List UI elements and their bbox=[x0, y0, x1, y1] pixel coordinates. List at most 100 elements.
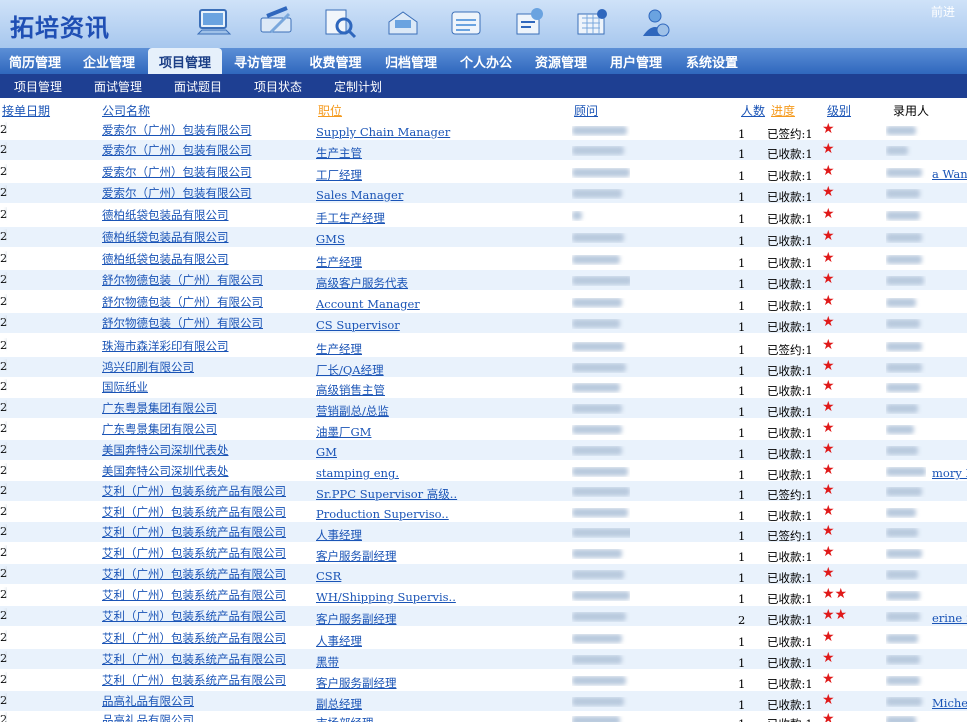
position-link[interactable]: 人事经理 bbox=[316, 527, 546, 543]
position-link[interactable]: 客户服务副经理 bbox=[316, 611, 546, 627]
position-link[interactable]: 黑带 bbox=[316, 654, 546, 670]
nav-company[interactable]: 企业管理 bbox=[70, 48, 148, 74]
company-link[interactable]: 爱索尔（广州）包装有限公司 bbox=[102, 142, 252, 158]
position-link[interactable]: 油墨厂GM bbox=[316, 424, 546, 440]
subnav-questions[interactable]: 面试题目 bbox=[174, 78, 222, 95]
company-link[interactable]: 爱索尔（广州）包装有限公司 bbox=[102, 122, 252, 138]
company-link[interactable]: 艾利（广州）包装系统产品有限公司 bbox=[102, 566, 286, 582]
position-link[interactable]: Sr.PPC Supervisor 高级.. bbox=[316, 486, 546, 502]
col-level[interactable]: 级别 bbox=[827, 102, 851, 119]
position-link[interactable]: 高级销售主管 bbox=[316, 382, 546, 398]
col-company[interactable]: 公司名称 bbox=[102, 102, 150, 119]
position-link[interactable]: 手工生产经理 bbox=[316, 210, 546, 226]
subnav-project[interactable]: 项目管理 bbox=[14, 78, 62, 95]
inbox-icon[interactable] bbox=[379, 2, 427, 44]
company-link[interactable]: 美国奔特公司深圳代表处 bbox=[102, 463, 229, 479]
date-cell: 2年12月1日 bbox=[0, 294, 7, 308]
position-link[interactable]: 客户服务副经理 bbox=[316, 675, 546, 691]
company-link[interactable]: 德柏纸袋包装品有限公司 bbox=[102, 207, 229, 223]
company-link[interactable]: 德柏纸袋包装品有限公司 bbox=[102, 229, 229, 245]
forward-link[interactable]: 前进 bbox=[931, 3, 955, 20]
position-link[interactable]: WH/Shipping Supervis.. bbox=[316, 590, 546, 604]
col-count[interactable]: 人数 bbox=[741, 102, 765, 119]
position-link[interactable]: 生产经理 bbox=[316, 254, 546, 270]
date-cell: 2年11月5日 bbox=[0, 379, 7, 393]
nav-users[interactable]: 用户管理 bbox=[599, 48, 673, 74]
position-link[interactable]: 生产经理 bbox=[316, 341, 546, 357]
position-link[interactable]: 市场部经理 bbox=[316, 715, 546, 722]
company-link[interactable]: 品高礼品有限公司 bbox=[102, 712, 194, 722]
advisor-redacted bbox=[572, 233, 630, 243]
computer-icon[interactable] bbox=[190, 2, 238, 44]
position-link[interactable]: 人事经理 bbox=[316, 633, 546, 649]
search-doc-icon[interactable] bbox=[316, 2, 364, 44]
nav-office[interactable]: 个人办公 bbox=[449, 48, 523, 74]
recruiter-link[interactable]: mory L bbox=[932, 466, 967, 480]
company-link[interactable]: 艾利（广州）包装系统产品有限公司 bbox=[102, 651, 286, 667]
company-link[interactable]: 广东粤景集团有限公司 bbox=[102, 421, 217, 437]
company-link[interactable]: 舒尔物德包装（广州）有限公司 bbox=[102, 272, 263, 288]
nav-search[interactable]: 寻访管理 bbox=[222, 48, 298, 74]
company-link[interactable]: 艾利（广州）包装系统产品有限公司 bbox=[102, 524, 286, 540]
company-link[interactable]: 品高礼品有限公司 bbox=[102, 693, 194, 709]
position-link[interactable]: GMS bbox=[316, 232, 546, 246]
nav-settings[interactable]: 系统设置 bbox=[673, 48, 751, 74]
nav-archive[interactable]: 归档管理 bbox=[373, 48, 449, 74]
nav-resource[interactable]: 资源管理 bbox=[523, 48, 599, 74]
company-link[interactable]: 爱索尔（广州）包装有限公司 bbox=[102, 185, 252, 201]
position-link[interactable]: GM bbox=[316, 445, 546, 459]
subnav-plan[interactable]: 定制计划 bbox=[334, 78, 382, 95]
col-advisor[interactable]: 顾问 bbox=[574, 102, 598, 119]
subnav-status[interactable]: 项目状态 bbox=[254, 78, 302, 95]
status-cell: 已收款:1 bbox=[767, 613, 813, 627]
table-row: 2年12月1日 舒尔物德包装（广州）有限公司 高级客户服务代表 1 已收款:1 ★ bbox=[0, 270, 967, 291]
company-link[interactable]: 美国奔特公司深圳代表处 bbox=[102, 442, 229, 458]
position-link[interactable]: Production Superviso.. bbox=[316, 507, 546, 521]
position-link[interactable]: 高级客户服务代表 bbox=[316, 275, 546, 291]
tools-icon[interactable] bbox=[253, 2, 301, 44]
position-link[interactable]: Supply Chain Manager bbox=[316, 125, 546, 139]
count-cell: 1 bbox=[738, 384, 746, 398]
position-link[interactable]: stamping eng. bbox=[316, 466, 546, 480]
position-link[interactable]: CS Supervisor bbox=[316, 318, 546, 332]
company-link[interactable]: 艾利（广州）包装系统产品有限公司 bbox=[102, 608, 286, 624]
nav-project[interactable]: 项目管理 bbox=[148, 48, 222, 74]
position-link[interactable]: 生产主管 bbox=[316, 145, 546, 161]
position-link[interactable]: CSR bbox=[316, 569, 546, 583]
company-link[interactable]: 广东粤景集团有限公司 bbox=[102, 400, 217, 416]
company-link[interactable]: 艾利（广州）包装系统产品有限公司 bbox=[102, 630, 286, 646]
position-link[interactable]: 客户服务副经理 bbox=[316, 548, 546, 564]
company-link[interactable]: 艾利（广州）包装系统产品有限公司 bbox=[102, 483, 286, 499]
recruiter-redacted bbox=[886, 549, 926, 559]
notepad-icon[interactable] bbox=[442, 2, 490, 44]
company-link[interactable]: 国际纸业 bbox=[102, 379, 148, 395]
position-link[interactable]: 营销副总/总监 bbox=[316, 403, 546, 419]
recruiter-link[interactable]: erine S bbox=[932, 611, 967, 625]
position-link[interactable]: Account Manager bbox=[316, 297, 546, 311]
subnav-interview[interactable]: 面试管理 bbox=[94, 78, 142, 95]
calendar-icon[interactable] bbox=[505, 2, 553, 44]
company-link[interactable]: 艾利（广州）包装系统产品有限公司 bbox=[102, 672, 286, 688]
company-link[interactable]: 艾利（广州）包装系统产品有限公司 bbox=[102, 545, 286, 561]
recruiter-link[interactable]: a Wang bbox=[932, 167, 967, 181]
company-link[interactable]: 艾利（广州）包装系统产品有限公司 bbox=[102, 504, 286, 520]
person-globe-icon[interactable] bbox=[631, 2, 679, 44]
company-link[interactable]: 舒尔物德包装（广州）有限公司 bbox=[102, 294, 263, 310]
company-link[interactable]: 珠海市森洋彩印有限公司 bbox=[102, 338, 229, 354]
company-link[interactable]: 鸿兴印刷有限公司 bbox=[102, 359, 194, 375]
recruiter-link[interactable]: Michel bbox=[932, 696, 967, 710]
position-link[interactable]: 工厂经理 bbox=[316, 167, 546, 183]
gear-icon[interactable] bbox=[568, 2, 616, 44]
company-link[interactable]: 德柏纸袋包装品有限公司 bbox=[102, 251, 229, 267]
company-link[interactable]: 艾利（广州）包装系统产品有限公司 bbox=[102, 587, 286, 603]
company-link[interactable]: 爱索尔（广州）包装有限公司 bbox=[102, 164, 252, 180]
position-link[interactable]: 厂长/QA经理 bbox=[316, 362, 546, 378]
col-progress[interactable]: 进度 bbox=[771, 102, 795, 119]
table-row: 2年4月13日 爱索尔（广州）包装有限公司 生产主管 1 已收款:1 ★ bbox=[0, 140, 967, 161]
nav-billing[interactable]: 收费管理 bbox=[298, 48, 373, 74]
position-link[interactable]: Sales Manager bbox=[316, 188, 546, 202]
col-date[interactable]: 接单日期 bbox=[2, 102, 50, 119]
company-link[interactable]: 舒尔物德包装（广州）有限公司 bbox=[102, 315, 263, 331]
nav-resume[interactable]: 简历管理 bbox=[0, 48, 70, 74]
col-position[interactable]: 职位 bbox=[318, 102, 342, 119]
